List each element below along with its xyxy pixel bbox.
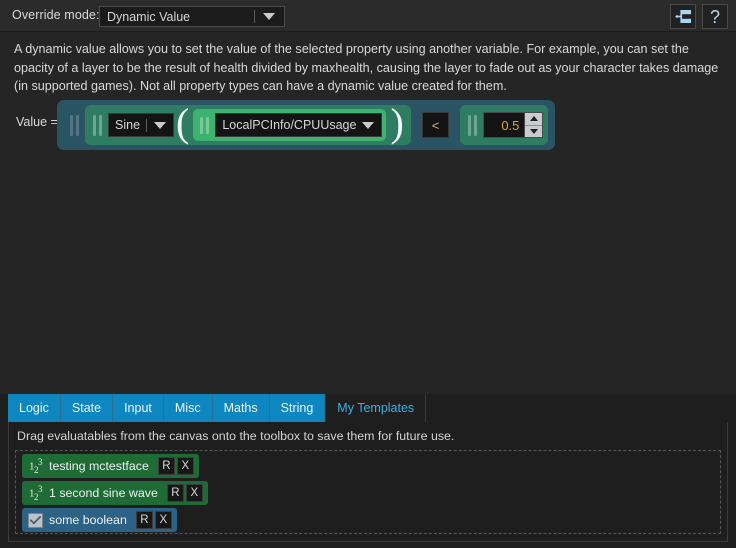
template-item[interactable]: 123 testing mctestface R X: [22, 454, 199, 478]
template-rename-button[interactable]: R: [135, 511, 153, 529]
top-toolbar: Override mode: Dynamic Value ?: [0, 0, 736, 32]
toolbox-content: Drag evaluatables from the canvas onto t…: [8, 422, 728, 542]
stepper-arrows[interactable]: [524, 113, 543, 137]
template-actions: RX: [135, 511, 172, 529]
chevron-down-icon: [154, 121, 167, 129]
tab-label: String: [280, 401, 314, 415]
chevron-down-icon: [362, 121, 375, 129]
tab-input[interactable]: Input: [113, 394, 164, 422]
data-path-dropdown[interactable]: LocalPCInfo/CPUUsage: [215, 113, 383, 137]
tab-label: Logic: [19, 401, 49, 415]
toolbox-tabstrip: Logic State Input Misc Maths String My Templat…: [8, 394, 427, 422]
open-node-graph-button[interactable]: [670, 4, 696, 29]
value-equals-label: Value =: [16, 115, 58, 129]
number-drag-handle[interactable]: [468, 114, 478, 136]
template-actions: RX: [166, 484, 203, 502]
tab-maths[interactable]: Maths: [212, 394, 270, 422]
help-button[interactable]: ?: [702, 4, 728, 29]
function-drag-handle[interactable]: [93, 114, 102, 136]
toolbox-hint: Drag evaluatables from the canvas onto t…: [17, 429, 455, 443]
dynamic-value-editor-window: Override mode: Dynamic Value ? A dynamic…: [0, 0, 736, 548]
operator-value: <: [431, 117, 440, 133]
override-mode-dropdown[interactable]: Dynamic Value: [99, 6, 285, 27]
template-drop-area[interactable]: 123 testing mctestface R X 123 1 second sine …: [15, 450, 721, 534]
stepper-increment-button[interactable]: [525, 113, 543, 126]
numeric-type-icon: 123: [29, 457, 43, 475]
tab-label: Maths: [223, 401, 258, 415]
dropdown-separator: [146, 118, 148, 132]
data-path-node[interactable]: LocalPCInfo/CPUUsage: [193, 109, 387, 141]
template-item[interactable]: some boolean R X: [22, 508, 177, 532]
description-text: A dynamic value allows you to set the va…: [14, 42, 719, 94]
template-delete-button[interactable]: X: [185, 484, 203, 502]
template-row: 123 testing mctestface R X: [22, 454, 720, 481]
data-path-value: LocalPCInfo/CPUUsage: [222, 118, 357, 132]
tab-string[interactable]: String: [269, 394, 326, 422]
template-rename-button[interactable]: R: [166, 484, 184, 502]
number-stepper[interactable]: 0.5: [483, 112, 544, 138]
dropdown-separator: [254, 10, 255, 23]
node-canvas[interactable]: [0, 152, 736, 390]
tab-label: Input: [124, 401, 152, 415]
template-row: some boolean R X: [22, 508, 720, 535]
stepper-decrement-button[interactable]: [525, 125, 543, 137]
numeric-type-icon: 123: [29, 484, 43, 502]
tab-label: My Templates: [337, 401, 415, 415]
tab-my-templates[interactable]: My Templates: [325, 394, 427, 422]
question-mark-icon: ?: [709, 6, 720, 27]
tab-misc[interactable]: Misc: [163, 394, 213, 422]
tab-state[interactable]: State: [60, 394, 114, 422]
template-item[interactable]: 123 1 second sine wave R X: [22, 481, 208, 505]
template-delete-button[interactable]: X: [176, 457, 194, 475]
path-drag-handle[interactable]: [200, 116, 210, 134]
template-row: 123 1 second sine wave R X: [22, 481, 720, 508]
tab-label: State: [71, 401, 102, 415]
override-mode-label: Override mode:: [12, 8, 100, 22]
node-graph-icon: [674, 10, 691, 23]
tab-logic[interactable]: Logic: [8, 394, 61, 422]
number-value[interactable]: 0.5: [484, 113, 524, 137]
override-mode-value: Dynamic Value: [107, 9, 191, 24]
template-actions: RX: [157, 457, 194, 475]
template-delete-button[interactable]: X: [154, 511, 172, 529]
root-drag-handle[interactable]: [70, 114, 79, 136]
function-name-dropdown[interactable]: Sine: [108, 113, 175, 137]
toolbox-panel: Logic State Input Misc Maths String My Templat…: [0, 394, 736, 548]
number-literal-node[interactable]: 0.5: [460, 105, 549, 145]
function-name-value: Sine: [115, 118, 141, 132]
open-paren: (: [176, 100, 190, 145]
checkbox-checked-icon: [27, 512, 44, 528]
close-paren: ): [390, 100, 404, 145]
chevron-down-icon: [263, 13, 275, 20]
function-node[interactable]: Sine ( LocalPCInfo/CPUUsage ): [85, 100, 411, 145]
chevron-up-icon: [529, 116, 538, 122]
operator-dropdown[interactable]: <: [421, 112, 450, 138]
template-rename-button[interactable]: R: [157, 457, 175, 475]
expression-root-node[interactable]: Sine ( LocalPCInfo/CPUUsage ) < 0.5: [57, 100, 556, 150]
chevron-down-icon: [529, 128, 538, 134]
tab-label: Misc: [174, 401, 201, 415]
